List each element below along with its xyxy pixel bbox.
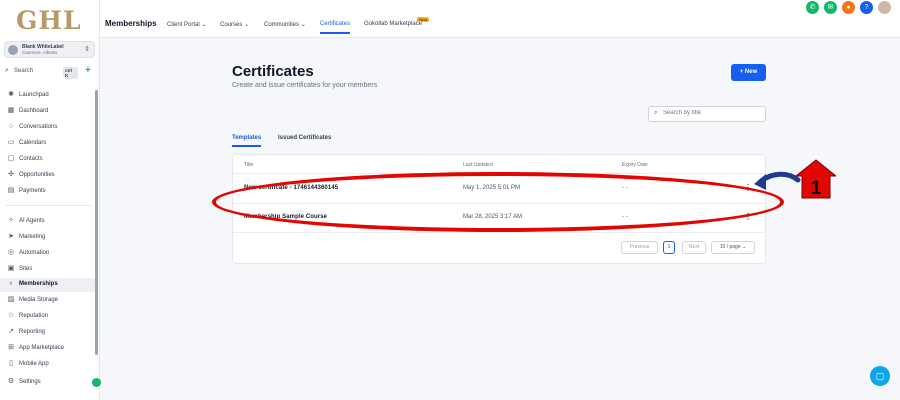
mobile-icon: ▯ [9,360,13,367]
annotation-highlight-ellipse [212,172,784,232]
contacts-icon: ▢ [7,155,15,162]
search-icon: ⌕ [5,67,9,74]
sidebar-search[interactable]: ⌕ Search ctrl K [4,66,78,79]
column-header-title: Title [244,162,254,168]
calendar-icon: ▭ [7,139,15,146]
search-icon: ⌕ [654,110,658,116]
account-avatar [8,45,18,55]
pagination-previous-button[interactable]: Previous [621,241,658,254]
sidebar-item-automation[interactable]: ◎ Automation [0,247,96,261]
new-certificate-button[interactable]: + New [731,64,766,81]
sidebar-item-app-marketplace[interactable]: ⊞ App Marketplace [0,342,96,356]
sidebar-item-sites[interactable]: ▣ Sites [0,263,96,277]
automation-icon: ◎ [7,249,15,256]
payments-icon: ▤ [7,187,15,194]
tab-courses[interactable]: Courses ⌄ [220,21,249,28]
tab-client-portal[interactable]: Client Portal ⌄ [167,21,206,28]
tab-templates[interactable]: Templates [232,135,262,147]
tab-issued-certificates[interactable]: Issued Certificates [278,135,331,141]
star-icon: ☆ [7,312,15,319]
user-avatar[interactable] [878,1,891,14]
brand-logo[interactable]: GHL [16,6,82,35]
sidebar-item-reporting[interactable]: ↗ Reporting [0,326,96,340]
chat-icon: ○ [8,123,14,130]
sidebar-scrollbar[interactable] [95,90,98,355]
search-label: Search [14,68,34,74]
rocket-icon: ✺ [8,91,14,98]
tab-gokollab-marketplace[interactable]: Gokollab Marketplace [364,21,422,27]
phone-icon[interactable]: ✆ [806,1,819,14]
sidebar-item-dashboard[interactable]: ▦ Dashboard [0,105,96,119]
sidebar-item-mobile-app[interactable]: ▯ Mobile App [0,358,96,372]
ai-agents-icon: ✧ [8,217,14,224]
memberships-icon: ♁ [8,280,14,287]
row-divider [233,232,765,233]
annotation-number: 1 [811,178,822,199]
megaphone-icon[interactable]: ✉ [824,1,837,14]
chevron-down-icon: ⌄ [244,22,250,28]
top-nav-bar: Memberships Client Portal ⌄ Courses ⌄ Co… [100,0,900,38]
tab-certificates[interactable]: Certificates [320,21,351,34]
search-shortcut: ctrl K [63,67,78,79]
marketing-icon: ➤ [8,233,14,240]
opportunities-icon: ✣ [8,171,14,178]
pagination-next-button[interactable]: Next [682,241,706,254]
notification-bell-icon[interactable]: ● [842,1,855,14]
gear-icon: ⚙ [7,378,15,385]
sidebar-item-marketing[interactable]: ➤ Marketing [0,231,96,245]
sidebar-item-memberships[interactable]: ♁ Memberships [0,278,96,292]
sidebar-item-payments[interactable]: ▤ Payments [0,185,96,199]
page-size-select[interactable]: 10 / page ⌄ [711,241,755,254]
annotation-marker: 1 [754,159,836,199]
annotation-arrowhead [754,174,766,190]
page-subtitle: Create and issue certificates for your m… [232,82,378,89]
sidebar-item-settings[interactable]: ⚙ Settings [0,376,96,390]
sidebar-item-contacts[interactable]: ▢ Contacts [0,153,96,167]
pagination-page-button[interactable]: 1 [663,241,675,254]
switch-chevron-icon: ⇕ [84,46,90,53]
sidebar-item-ai-agents[interactable]: ✧ AI Agents [0,215,96,229]
sites-icon: ▣ [7,265,15,272]
account-switcher[interactable]: Blank WhiteLabel Canmore, Alberta ⇕ [4,41,95,58]
search-field[interactable]: ⌕ [648,106,766,122]
quick-add-icon[interactable]: + [85,65,91,76]
media-icon: ▨ [7,296,15,303]
help-icon[interactable]: ? [860,1,873,14]
column-header-last-updated: Last Updated [463,162,493,168]
sidebar-item-reputation[interactable]: ☆ Reputation [0,310,96,324]
column-header-expiry-date: Expiry Date [622,162,648,168]
sidebar-item-opportunities[interactable]: ✣ Opportunities [0,169,96,183]
app-title: Memberships [105,19,157,28]
dashboard-icon: ▦ [7,107,15,114]
page-title: Certificates [232,63,314,80]
chevron-down-icon: ⌄ [300,22,306,28]
marketplace-icon: ⊞ [8,344,14,351]
reporting-icon: ↗ [8,328,14,335]
chevron-down-icon: ⌄ [201,22,207,28]
search-input[interactable] [663,110,761,116]
chat-support-icon[interactable]: ▢ [870,366,890,386]
sidebar-item-launchpad[interactable]: ✺ Launchpad [0,89,96,103]
status-indicator-icon[interactable] [92,378,101,387]
tab-communities[interactable]: Communities ⌄ [264,21,306,28]
new-badge: New [417,17,430,22]
sidebar-divider [6,205,92,206]
sidebar: GHL Blank WhiteLabel Canmore, Alberta ⇕ … [0,0,100,400]
account-location: Canmore, Alberta [22,50,58,55]
sidebar-item-calendars[interactable]: ▭ Calendars [0,137,96,151]
sidebar-item-media-storage[interactable]: ▨ Media Storage [0,294,96,308]
sidebar-item-conversations[interactable]: ○ Conversations [0,121,96,135]
